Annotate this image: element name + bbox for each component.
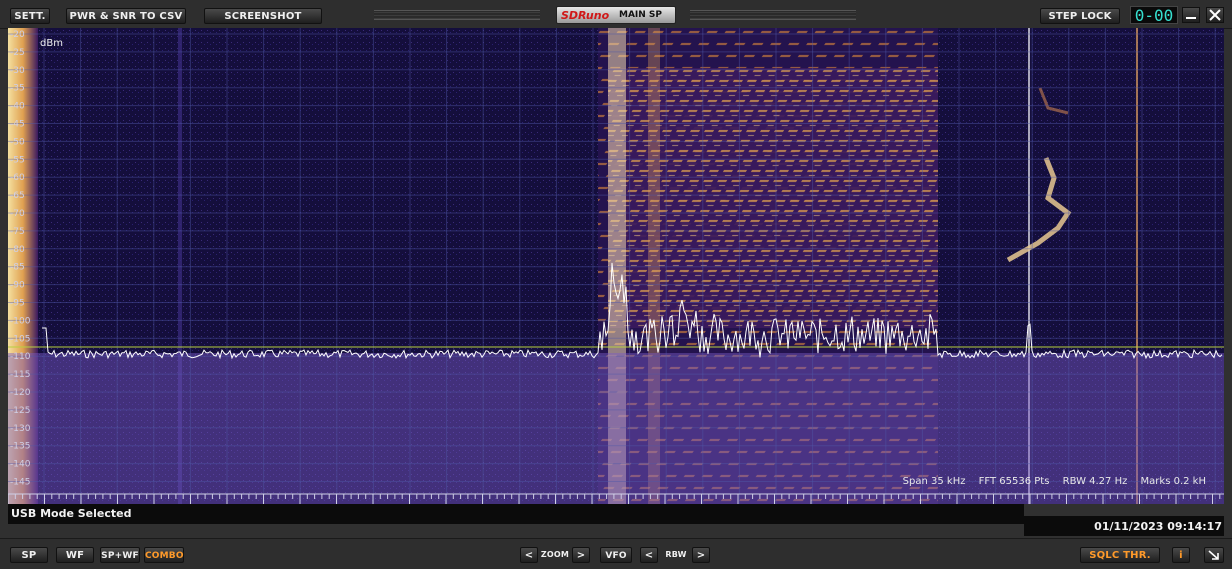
db-tick-label: -25	[10, 48, 25, 58]
db-tick-label: -80	[10, 245, 25, 255]
db-tick-label: -90	[10, 281, 25, 291]
fft-readout: Span 35 kHz FFT 65536 Pts RBW 4.27 Hz Ma…	[893, 476, 1206, 487]
info-button[interactable]: i	[1172, 547, 1190, 563]
window-title-badge: SDRuno MAIN SP	[556, 6, 676, 24]
db-tick-label: -145	[10, 478, 30, 488]
window-title: MAIN SP	[619, 10, 663, 20]
db-tick-label: -115	[10, 370, 30, 380]
status-bar: USB Mode Selected	[8, 504, 1024, 524]
db-tick-label: -20	[10, 30, 25, 40]
rbw-prev-button[interactable]: <	[640, 547, 658, 563]
mode-status-text: USB Mode Selected	[11, 507, 132, 520]
segment-display: 0-00	[1130, 6, 1178, 25]
drag-grip-right[interactable]	[690, 10, 856, 20]
step-lock-button[interactable]: STEP LOCK	[1040, 8, 1120, 24]
resize-icon[interactable]	[1204, 547, 1224, 563]
db-tick-label: -140	[10, 460, 31, 470]
zoom-prev-button[interactable]: <	[520, 547, 538, 563]
sdruno-logo: SDRuno	[561, 9, 610, 22]
vfo-button[interactable]: VFO	[600, 547, 632, 563]
span-readout: Span 35 kHz	[902, 476, 966, 487]
rbw-readout: RBW 4.27 Hz	[1062, 476, 1128, 487]
db-tick-label: -75	[10, 227, 25, 237]
bottom-toolbar: SP WF SP+WF COMBO < ZOOM > VFO < RBW > S…	[0, 538, 1232, 569]
sp-wf-button[interactable]: SP+WF	[100, 547, 140, 563]
db-tick-label: -130	[10, 424, 31, 434]
rbw-next-button[interactable]: >	[692, 547, 710, 563]
db-tick-label: -100	[10, 316, 31, 326]
db-tick-label: -40	[10, 102, 25, 112]
db-tick-label: -105	[10, 334, 30, 344]
datetime-text: 01/11/2023 09:14:17	[1094, 520, 1222, 533]
spectrum-waterfall-display[interactable]: -20 -25 -30 -35 -40 -45 -50 -55 -60 -65 -70 -75 -80 -…	[8, 28, 1224, 504]
sqlc-threshold-button[interactable]: SQLC THR.	[1080, 547, 1160, 563]
wf-button[interactable]: WF	[56, 547, 94, 563]
close-icon[interactable]	[1206, 7, 1224, 23]
marks-readout: Marks 0.2 kH	[1140, 476, 1206, 487]
db-tick-label: -125	[10, 406, 30, 416]
sdruno-main-sp-window: SETT. PWR & SNR TO CSV SCREENSHOT SDRuno…	[0, 0, 1232, 569]
rbw-label: RBW	[665, 550, 687, 559]
db-tick-label: -55	[10, 155, 25, 165]
datetime-box: 01/11/2023 09:14:17	[1024, 516, 1224, 536]
spectrum-canvas: -20 -25 -30 -35 -40 -45 -50 -55 -60 -65 -70 -75 -80 -…	[8, 28, 1224, 504]
db-tick-label: -35	[10, 84, 25, 94]
screenshot-button[interactable]: SCREENSHOT	[204, 8, 322, 24]
zoom-next-button[interactable]: >	[572, 547, 590, 563]
db-tick-label: -95	[10, 299, 25, 309]
db-tick-label: -85	[10, 263, 25, 273]
sp-button[interactable]: SP	[10, 547, 48, 563]
db-tick-label: -120	[10, 388, 31, 398]
combo-button[interactable]: COMBO	[144, 547, 184, 563]
db-tick-label: -135	[10, 442, 30, 452]
pwr-snr-csv-button[interactable]: PWR & SNR TO CSV	[66, 8, 186, 24]
db-tick-label: -45	[10, 120, 25, 130]
db-tick-label: -50	[10, 137, 25, 147]
minimize-icon[interactable]	[1182, 7, 1200, 23]
zoom-label: ZOOM	[540, 550, 570, 559]
db-tick-label: -30	[10, 66, 25, 76]
settings-button[interactable]: SETT.	[10, 8, 50, 24]
db-tick-label: -110	[10, 352, 31, 362]
db-tick-label: -70	[10, 209, 25, 219]
db-tick-label: -65	[10, 191, 25, 201]
top-toolbar: SETT. PWR & SNR TO CSV SCREENSHOT SDRuno…	[0, 0, 1232, 29]
fft-points-readout: FFT 65536 Pts	[978, 476, 1050, 487]
db-tick-label: -60	[10, 173, 25, 183]
dbm-unit-label: dBm	[40, 38, 63, 49]
drag-grip-left[interactable]	[374, 10, 540, 20]
